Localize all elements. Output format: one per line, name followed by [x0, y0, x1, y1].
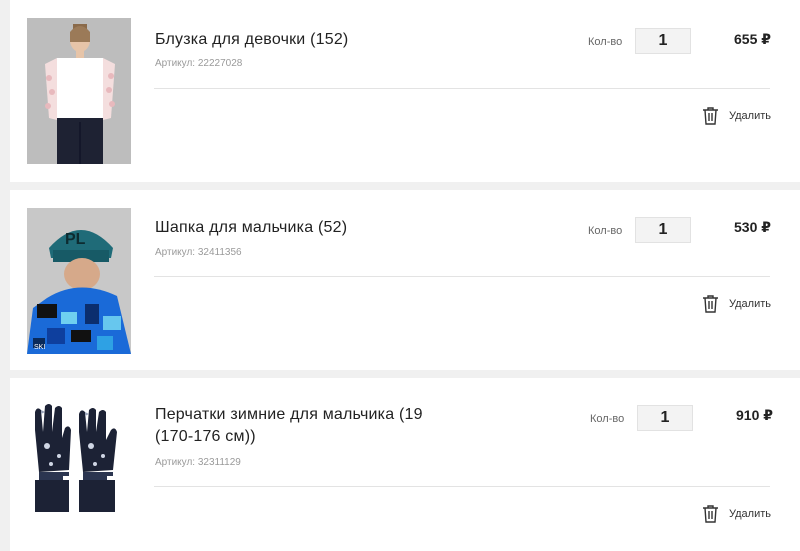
- delete-label: Удалить: [729, 297, 771, 310]
- svg-text:PL: PL: [65, 231, 86, 248]
- cart-item: Блузка для девочки (152) Артикул: 222270…: [10, 0, 800, 182]
- trash-icon: [702, 504, 719, 523]
- product-title[interactable]: Блузка для девочки (152): [155, 29, 445, 51]
- divider: [154, 276, 770, 277]
- product-price: 655 ₽: [734, 31, 771, 47]
- product-title[interactable]: Перчатки зимние для мальчика (19 (170-17…: [155, 404, 445, 448]
- quantity-input[interactable]: 1: [635, 28, 691, 54]
- product-image[interactable]: PL SKI: [27, 208, 131, 354]
- quantity-label: Кол-во: [588, 225, 623, 237]
- product-price: 530 ₽: [734, 219, 771, 235]
- delete-button[interactable]: Удалить: [702, 106, 771, 125]
- quantity-input[interactable]: 1: [637, 405, 693, 431]
- quantity-input[interactable]: 1: [635, 217, 691, 243]
- product-title[interactable]: Шапка для мальчика (52): [155, 217, 445, 239]
- product-price: 910 ₽: [736, 407, 773, 423]
- delete-button[interactable]: Удалить: [702, 294, 771, 313]
- cart-item: Перчатки зимние для мальчика (19 (170-17…: [10, 378, 800, 551]
- trash-icon: [702, 294, 719, 313]
- divider: [154, 486, 770, 487]
- product-sku: Артикул: 32311129: [155, 457, 241, 468]
- delete-label: Удалить: [729, 109, 771, 122]
- product-sku: Артикул: 32411356: [155, 247, 242, 258]
- delete-button[interactable]: Удалить: [702, 504, 771, 523]
- svg-text:SKI: SKI: [34, 344, 45, 351]
- trash-icon: [702, 106, 719, 125]
- cart-item: PL SKI Шапка для мальчика (52) Артикул: …: [10, 190, 800, 370]
- divider: [154, 88, 770, 89]
- delete-label: Удалить: [729, 507, 771, 520]
- quantity-label: Кол-во: [588, 36, 623, 48]
- product-sku: Артикул: 22227028: [155, 58, 243, 69]
- quantity-label: Кол-во: [590, 413, 625, 425]
- product-image[interactable]: [27, 18, 131, 164]
- product-image[interactable]: [27, 398, 123, 532]
